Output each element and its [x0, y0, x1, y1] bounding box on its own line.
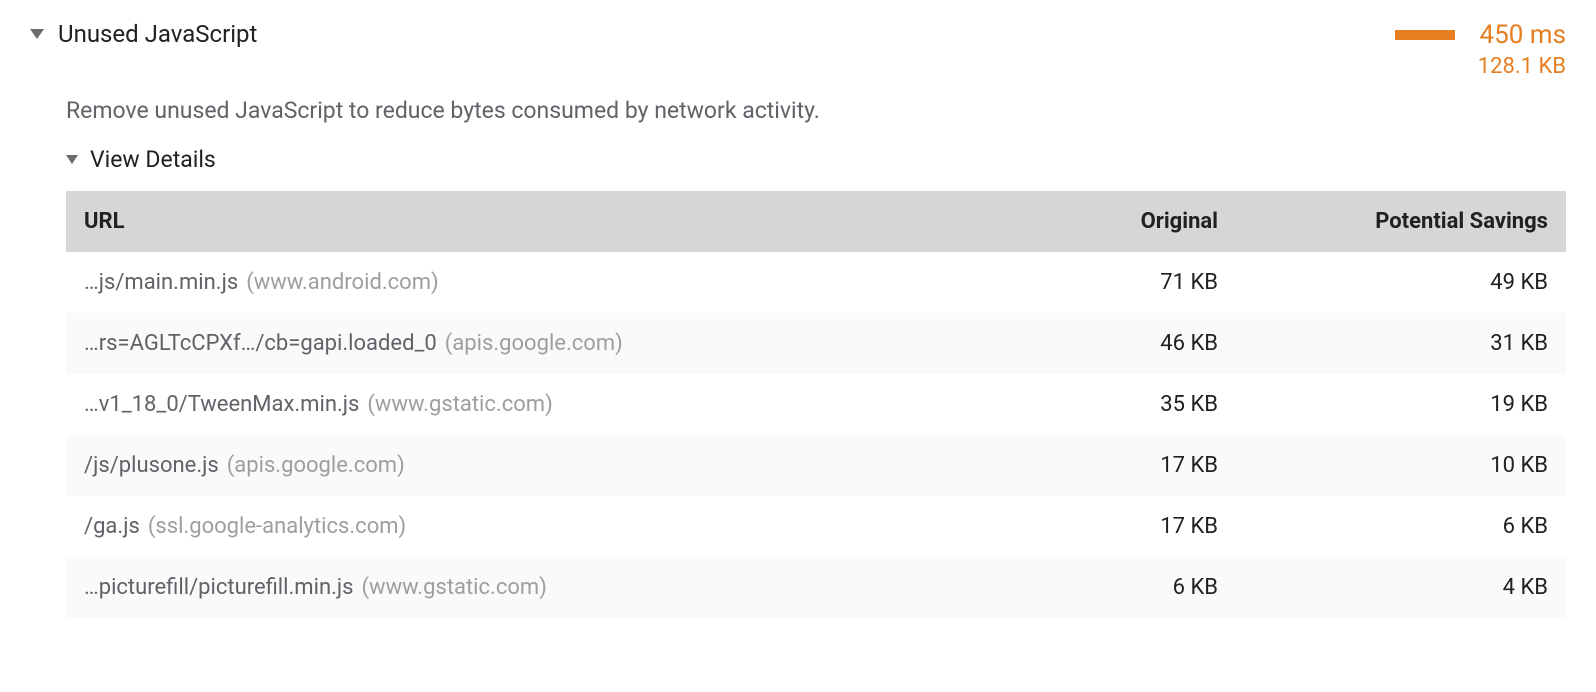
url-domain: (apis.google.com) — [445, 331, 623, 356]
cell-savings: 31 KB — [1236, 313, 1566, 374]
table-row[interactable]: …js/main.min.js (www.android.com) 71 KB49 … — [66, 252, 1566, 313]
audit-title: Unused JavaScript — [58, 20, 257, 48]
url-domain: (www.gstatic.com) — [367, 392, 552, 417]
cell-savings: 49 KB — [1236, 252, 1566, 313]
savings-bar-icon — [1395, 30, 1455, 40]
audit-toggle[interactable]: Unused JavaScript — [30, 20, 257, 48]
audit-description: Remove unused JavaScript to reduce bytes… — [66, 97, 1566, 124]
cell-original: 6 KB — [966, 557, 1236, 618]
url-domain: (apis.google.com) — [227, 453, 405, 478]
audit-header: Unused JavaScript 450 ms 128.1 KB — [30, 20, 1566, 79]
cell-savings: 10 KB — [1236, 435, 1566, 496]
cell-url: /js/plusone.js (apis.google.com) — [66, 435, 966, 496]
col-header-url[interactable]: URL — [66, 191, 966, 252]
cell-original: 35 KB — [966, 374, 1236, 435]
unused-js-table: URL Original Potential Savings …js/main.… — [66, 191, 1566, 618]
cell-original: 17 KB — [966, 496, 1236, 557]
cell-url: …rs=AGLTcCPXf…/cb=gapi.loaded_0 (apis.goo… — [66, 313, 966, 374]
table-row[interactable]: /js/plusone.js (apis.google.com) 17 KB10 K… — [66, 435, 1566, 496]
size-savings-value: 128.1 KB — [1478, 54, 1566, 79]
cell-savings: 6 KB — [1236, 496, 1566, 557]
cell-savings: 4 KB — [1236, 557, 1566, 618]
cell-url: …v1_18_0/TweenMax.min.js (www.gstatic.com… — [66, 374, 966, 435]
url-domain: (www.gstatic.com) — [362, 575, 547, 600]
table-row[interactable]: /ga.js (ssl.google-analytics.com) 17 KB6 K… — [66, 496, 1566, 557]
table-row[interactable]: …picturefill/picturefill.min.js (www.gsta… — [66, 557, 1566, 618]
cell-original: 71 KB — [966, 252, 1236, 313]
cell-url: /ga.js (ssl.google-analytics.com) — [66, 496, 966, 557]
view-details-toggle[interactable]: View Details — [66, 146, 1566, 173]
url-path: …v1_18_0/TweenMax.min.js — [84, 392, 359, 417]
url-path: /js/plusone.js — [84, 453, 219, 478]
col-header-original[interactable]: Original — [966, 191, 1236, 252]
chevron-down-icon — [30, 29, 44, 39]
url-path: …picturefill/picturefill.min.js — [84, 575, 354, 600]
table-header-row: URL Original Potential Savings — [66, 191, 1566, 252]
cell-original: 46 KB — [966, 313, 1236, 374]
view-details-label: View Details — [90, 146, 216, 173]
url-path: …js/main.min.js — [84, 270, 238, 295]
url-domain: (ssl.google-analytics.com) — [148, 514, 406, 539]
url-path: /ga.js — [84, 514, 140, 539]
url-path: …rs=AGLTcCPXf…/cb=gapi.loaded_0 — [84, 331, 437, 356]
table-row[interactable]: …v1_18_0/TweenMax.min.js (www.gstatic.com… — [66, 374, 1566, 435]
cell-savings: 19 KB — [1236, 374, 1566, 435]
url-domain: (www.android.com) — [246, 270, 438, 295]
table-row[interactable]: …rs=AGLTcCPXf…/cb=gapi.loaded_0 (apis.goo… — [66, 313, 1566, 374]
cell-url: …picturefill/picturefill.min.js (www.gsta… — [66, 557, 966, 618]
cell-url: …js/main.min.js (www.android.com) — [66, 252, 966, 313]
chevron-down-icon — [66, 155, 78, 164]
audit-summary: 450 ms 128.1 KB — [1395, 20, 1566, 79]
cell-original: 17 KB — [966, 435, 1236, 496]
time-savings-value: 450 ms — [1479, 20, 1566, 50]
col-header-savings[interactable]: Potential Savings — [1236, 191, 1566, 252]
